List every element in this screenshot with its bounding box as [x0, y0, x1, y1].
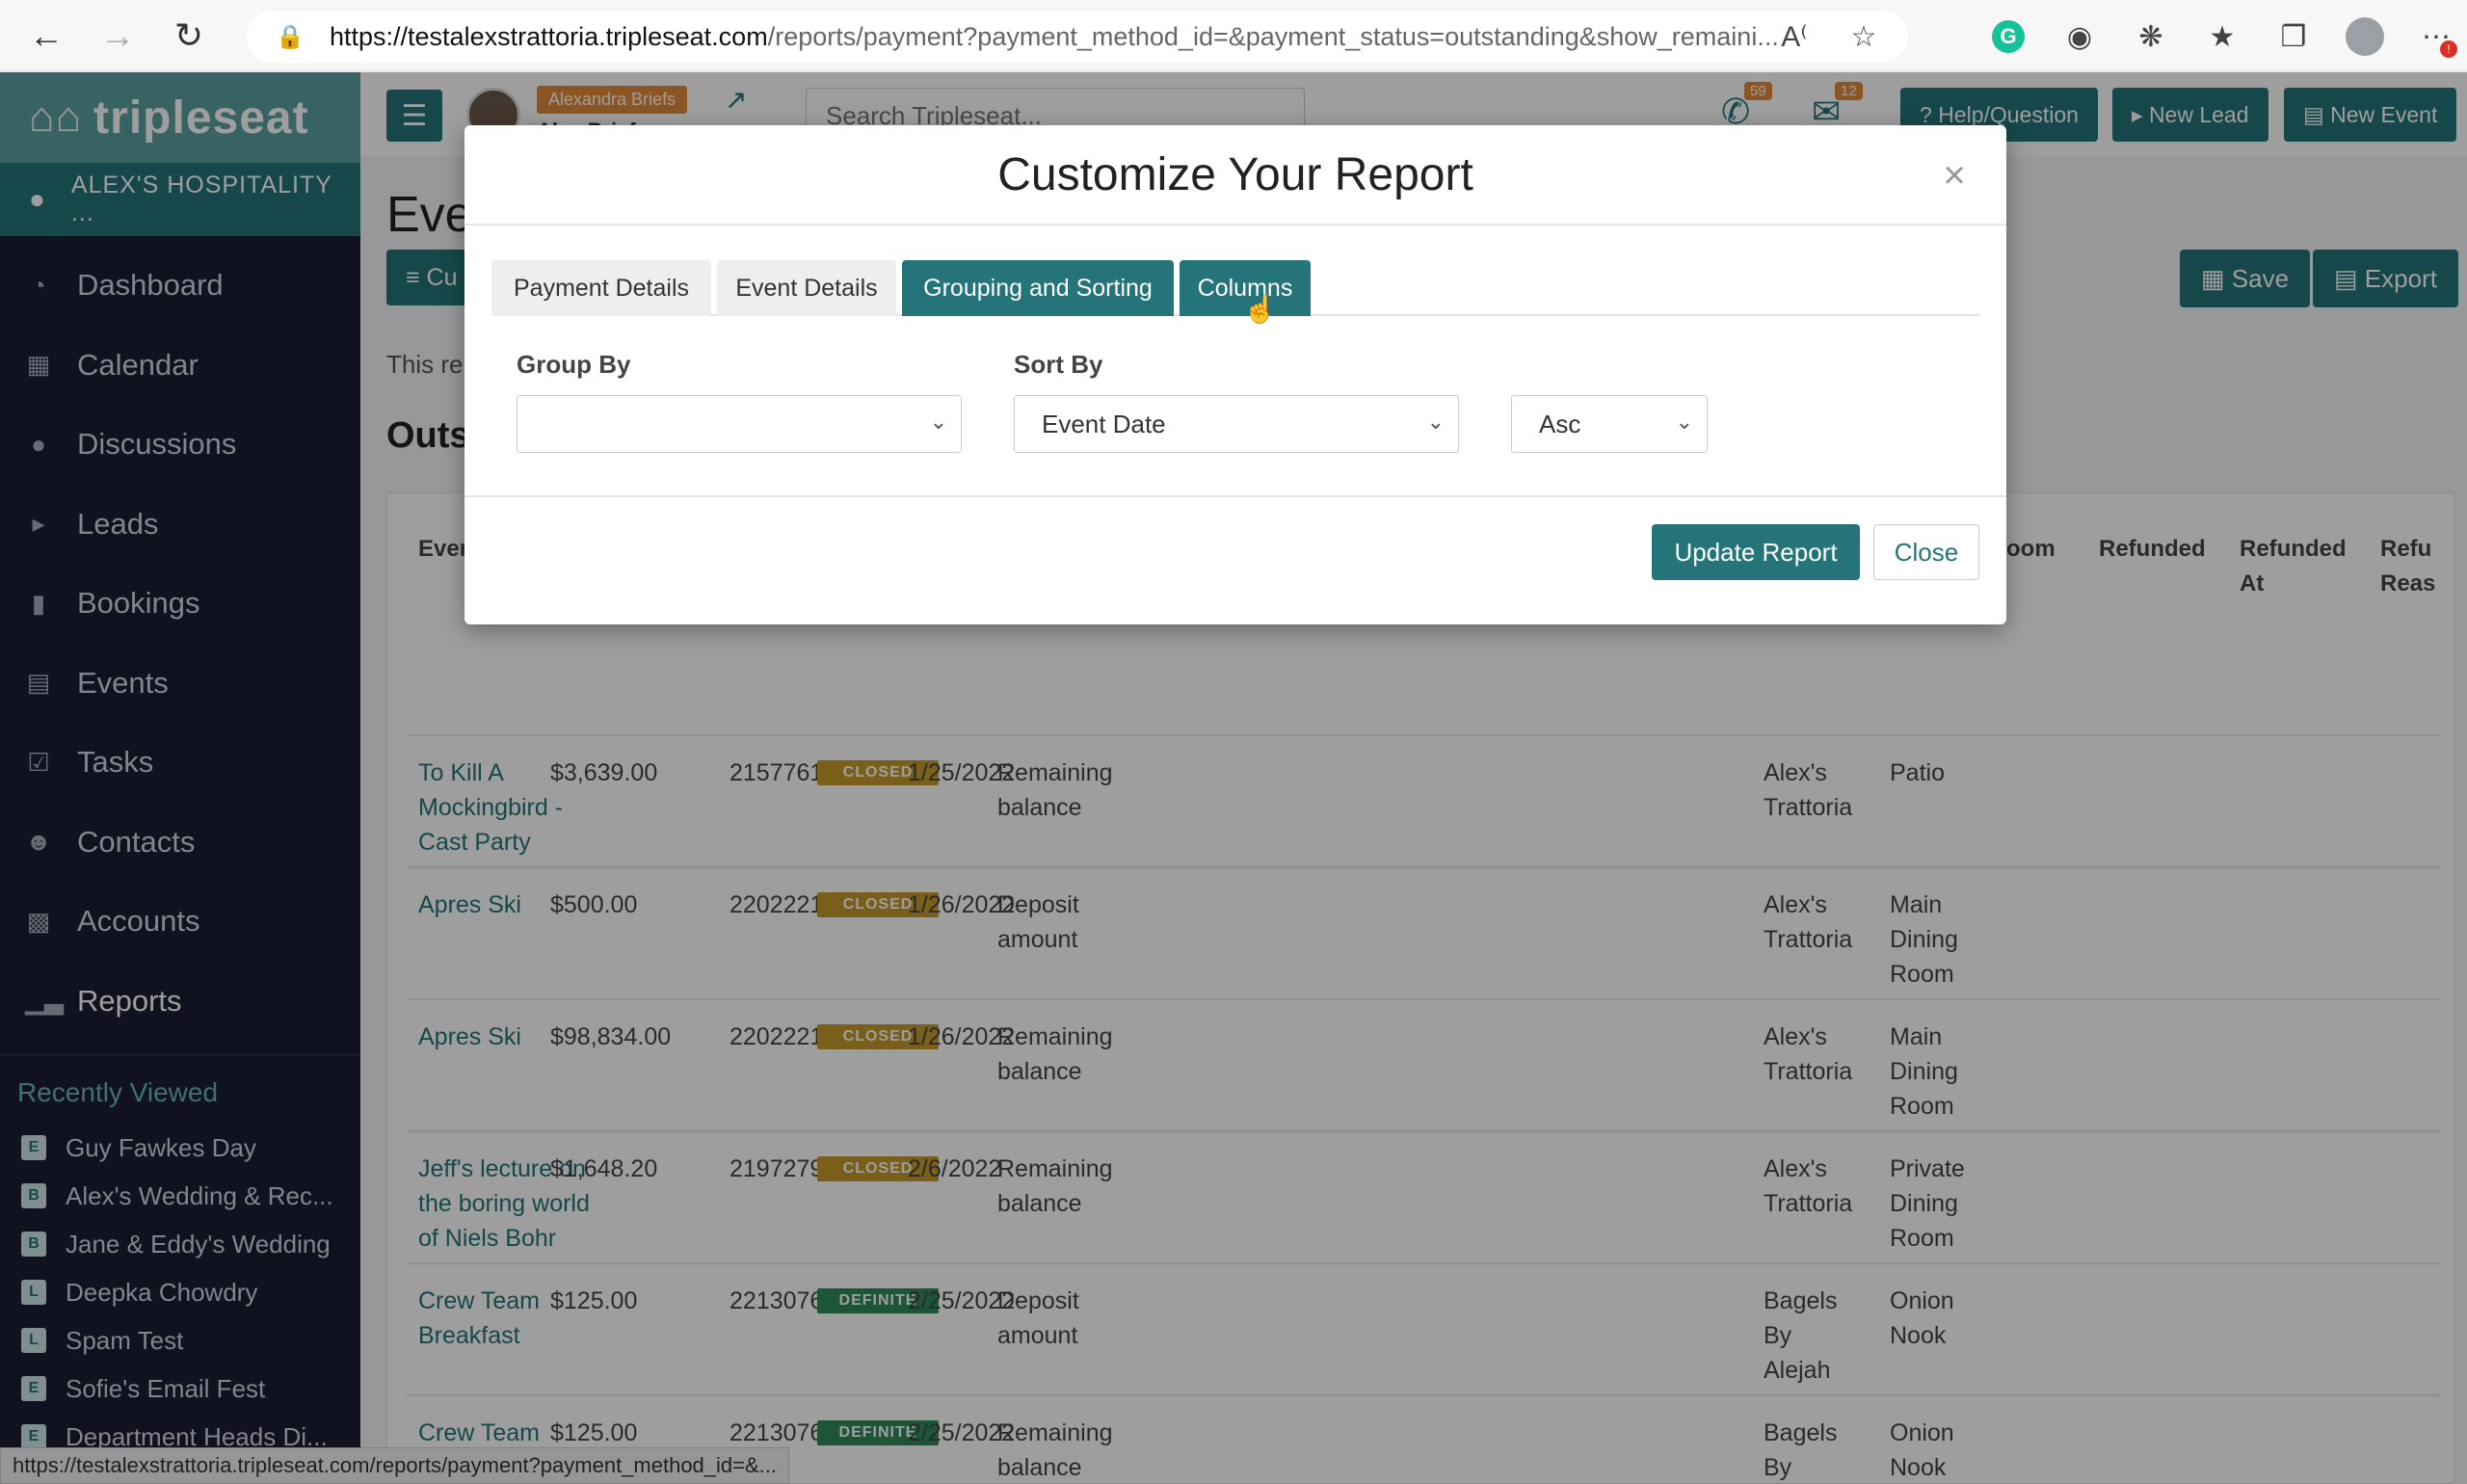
profile-icon[interactable] [2344, 15, 2386, 58]
chevron-down-icon: ⌄ [1675, 410, 1693, 434]
pointer-cursor-icon: ☝ [1243, 294, 1277, 324]
close-button[interactable]: Close [1873, 524, 1979, 580]
modal-title: Customize Your Report [997, 149, 1473, 200]
forward-icon[interactable]: → [93, 11, 143, 61]
customize-report-modal: Customize Your Report × Payment Details … [464, 125, 2006, 624]
modal-divider [464, 495, 2006, 497]
tab-event-details[interactable]: Event Details [717, 260, 896, 316]
sort-direction-select[interactable]: Asc ⌄ [1511, 395, 1708, 453]
address-bar[interactable]: 🔒 https://testalexstrattoria.tripleseat.… [247, 11, 1908, 63]
modal-divider [464, 224, 2006, 225]
chevron-down-icon: ⌄ [929, 410, 947, 434]
collections-icon[interactable]: ❐ [2272, 15, 2315, 58]
favorite-add-icon[interactable]: ☆ [1843, 15, 1885, 58]
sort-by-select[interactable]: Event Date ⌄ [1014, 395, 1459, 453]
password-icon[interactable]: ◉ [2058, 15, 2101, 58]
sort-direction-value: Asc [1539, 409, 1581, 438]
sort-by-value: Event Date [1042, 409, 1166, 438]
sort-by-label: Sort By [1014, 350, 1103, 379]
close-icon[interactable]: × [1935, 154, 1974, 197]
reload-icon[interactable]: ↻ [164, 11, 214, 61]
tab-grouping-sorting[interactable]: Grouping and Sorting [902, 260, 1174, 316]
url-path: /reports/payment?payment_method_id=&paym… [767, 21, 1779, 51]
url-host: https://testalexstrattoria.tripleseat.co… [330, 21, 768, 51]
more-icon[interactable]: ⋯! [2415, 15, 2457, 58]
group-by-select[interactable]: ⌄ [517, 395, 962, 453]
group-by-label: Group By [517, 350, 631, 379]
update-report-button[interactable]: Update Report [1652, 524, 1860, 580]
tab-payment-details[interactable]: Payment Details [491, 260, 711, 316]
read-aloud-icon[interactable]: A⁽ [1773, 15, 1816, 58]
browser-toolbar: ← → ↻ 🔒 https://testalexstrattoria.tripl… [0, 0, 2467, 71]
lock-icon: 🔒 [276, 23, 305, 50]
grammarly-icon[interactable]: G [1987, 15, 2029, 58]
modal-tabs: Payment Details Event Details Grouping a… [491, 260, 1979, 324]
extensions-icon[interactable]: ❋ [2130, 15, 2172, 58]
chevron-down-icon: ⌄ [1426, 410, 1445, 434]
favorites-icon[interactable]: ★ [2201, 15, 2243, 58]
alert-dot-icon: ! [2440, 40, 2457, 58]
back-icon[interactable]: ← [21, 11, 71, 61]
